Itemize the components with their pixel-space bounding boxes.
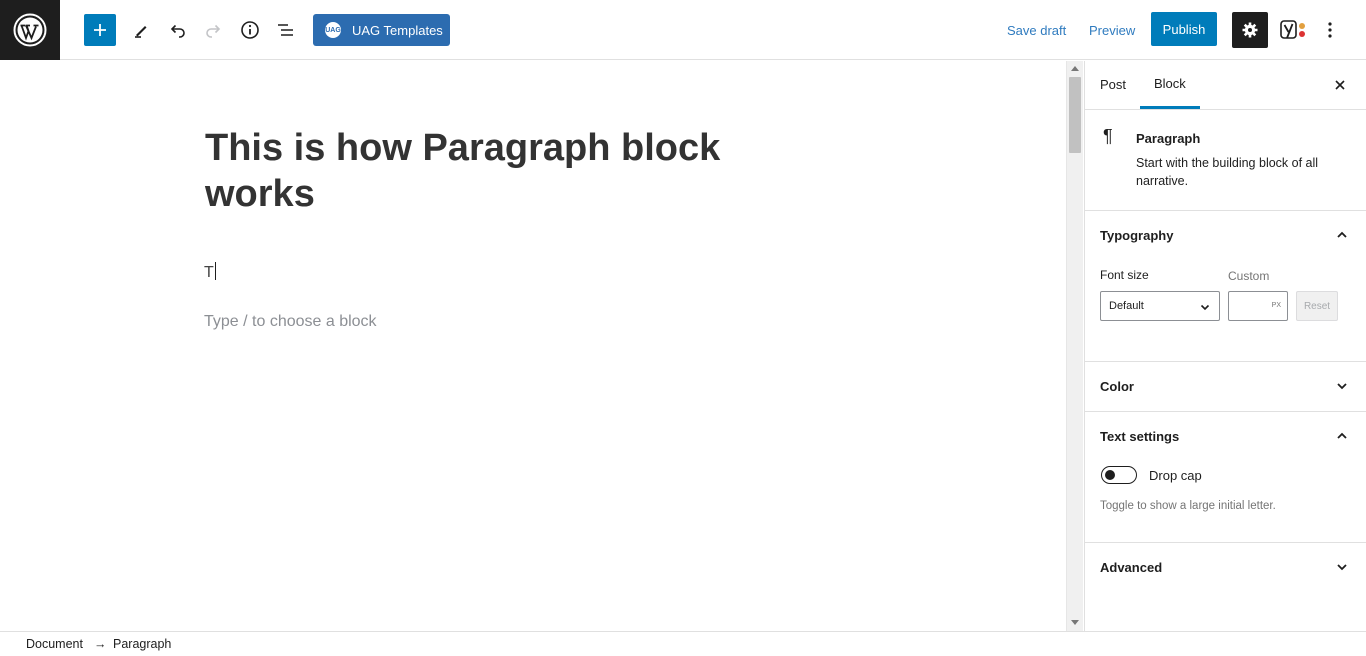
toggle-knob [1105, 470, 1115, 480]
undo-icon [170, 24, 185, 38]
block-card: ¶ Paragraph Start with the building bloc… [1085, 110, 1366, 211]
tools-button[interactable] [127, 14, 155, 46]
scroll-up-arrow-icon[interactable] [1071, 66, 1079, 71]
post-title[interactable]: This is how Paragraph block works [205, 125, 805, 217]
sidebar-tabs: Post Block [1085, 61, 1366, 110]
settings-sidebar: Post Block ¶ Paragraph Start with the bu… [1084, 61, 1366, 631]
text-caret [214, 262, 216, 280]
editor-header: UAG UAG Templates Save draft Preview Pub… [0, 0, 1366, 60]
yoast-seo-button[interactable] [1276, 14, 1310, 46]
preview-button[interactable]: Preview [1089, 14, 1135, 46]
block-appender-placeholder[interactable]: Type / to choose a block [204, 313, 377, 331]
color-panel-toggle[interactable]: Color [1100, 362, 1134, 410]
color-panel: Color [1085, 362, 1366, 412]
block-name: Paragraph [1136, 131, 1201, 146]
settings-button[interactable] [1232, 12, 1268, 48]
tab-post[interactable]: Post [1100, 61, 1126, 108]
pencil-icon [135, 26, 147, 38]
scroll-thumb[interactable] [1069, 77, 1081, 153]
ellipsis-vertical-icon [1328, 22, 1332, 38]
save-draft-button[interactable]: Save draft [1007, 14, 1066, 46]
publish-button[interactable]: Publish [1151, 12, 1217, 46]
chevron-down-icon[interactable] [1335, 560, 1349, 574]
paragraph-block[interactable]: T [204, 262, 216, 282]
editor-canvas: This is how Paragraph block works T Type… [0, 61, 1066, 631]
plus-icon [94, 24, 106, 36]
uag-templates-button[interactable]: UAG UAG Templates [313, 14, 450, 46]
text-settings-panel: Text settings Drop cap Toggle to show a … [1085, 412, 1366, 543]
close-icon [1335, 80, 1345, 90]
close-sidebar-button[interactable] [1330, 75, 1350, 95]
editor-scrollbar[interactable] [1066, 61, 1083, 631]
list-view-icon [278, 24, 293, 36]
yoast-icon [1280, 20, 1305, 39]
unit-label: PX [1271, 302, 1281, 309]
wordpress-logo-icon[interactable] [0, 0, 60, 60]
gear-icon [1242, 22, 1258, 38]
chevron-up-icon[interactable] [1335, 429, 1349, 443]
breadcrumb-separator: → [94, 637, 107, 651]
font-size-select[interactable]: Default [1100, 291, 1220, 321]
font-size-select-value: Default [1109, 300, 1144, 312]
list-view-button[interactable] [272, 14, 300, 46]
uag-templates-label: UAG Templates [352, 22, 443, 38]
drop-cap-label: Drop cap [1149, 468, 1202, 483]
reset-font-size-button[interactable]: Reset [1296, 291, 1338, 321]
block-description: Start with the building block of all nar… [1136, 156, 1319, 188]
more-options-button[interactable] [1318, 14, 1342, 46]
uag-logo-icon: UAG [325, 22, 341, 38]
advanced-panel: Advanced [1085, 543, 1366, 594]
typography-panel: Typography Font size Custom Default PX R… [1085, 211, 1366, 362]
scroll-down-arrow-icon[interactable] [1071, 620, 1079, 625]
breadcrumb-paragraph[interactable]: Paragraph [113, 637, 171, 651]
text-settings-panel-toggle[interactable]: Text settings [1100, 412, 1179, 460]
chevron-up-icon[interactable] [1335, 228, 1349, 242]
details-button[interactable] [236, 14, 264, 46]
paragraph-icon: ¶ [1103, 126, 1113, 146]
undo-button[interactable] [164, 14, 192, 46]
info-icon [241, 21, 259, 39]
redo-icon [206, 24, 221, 38]
custom-font-size-input[interactable]: PX [1228, 291, 1288, 321]
typography-panel-toggle[interactable]: Typography [1100, 211, 1173, 259]
drop-cap-toggle[interactable] [1101, 466, 1137, 484]
tab-block[interactable]: Block [1140, 61, 1200, 109]
advanced-panel-toggle[interactable]: Advanced [1100, 543, 1162, 591]
block-breadcrumb: Document → Paragraph [0, 631, 1366, 656]
paragraph-text: T [204, 264, 214, 281]
breadcrumb-document[interactable]: Document [26, 637, 83, 651]
redo-button[interactable] [199, 14, 227, 46]
chevron-down-icon [1200, 304, 1210, 311]
font-size-label: Font size [1100, 268, 1149, 282]
chevron-down-icon[interactable] [1335, 379, 1349, 393]
drop-cap-help-text: Toggle to show a large initial letter. [1100, 500, 1276, 512]
custom-size-label: Custom [1228, 269, 1270, 283]
add-block-button[interactable] [84, 14, 116, 46]
